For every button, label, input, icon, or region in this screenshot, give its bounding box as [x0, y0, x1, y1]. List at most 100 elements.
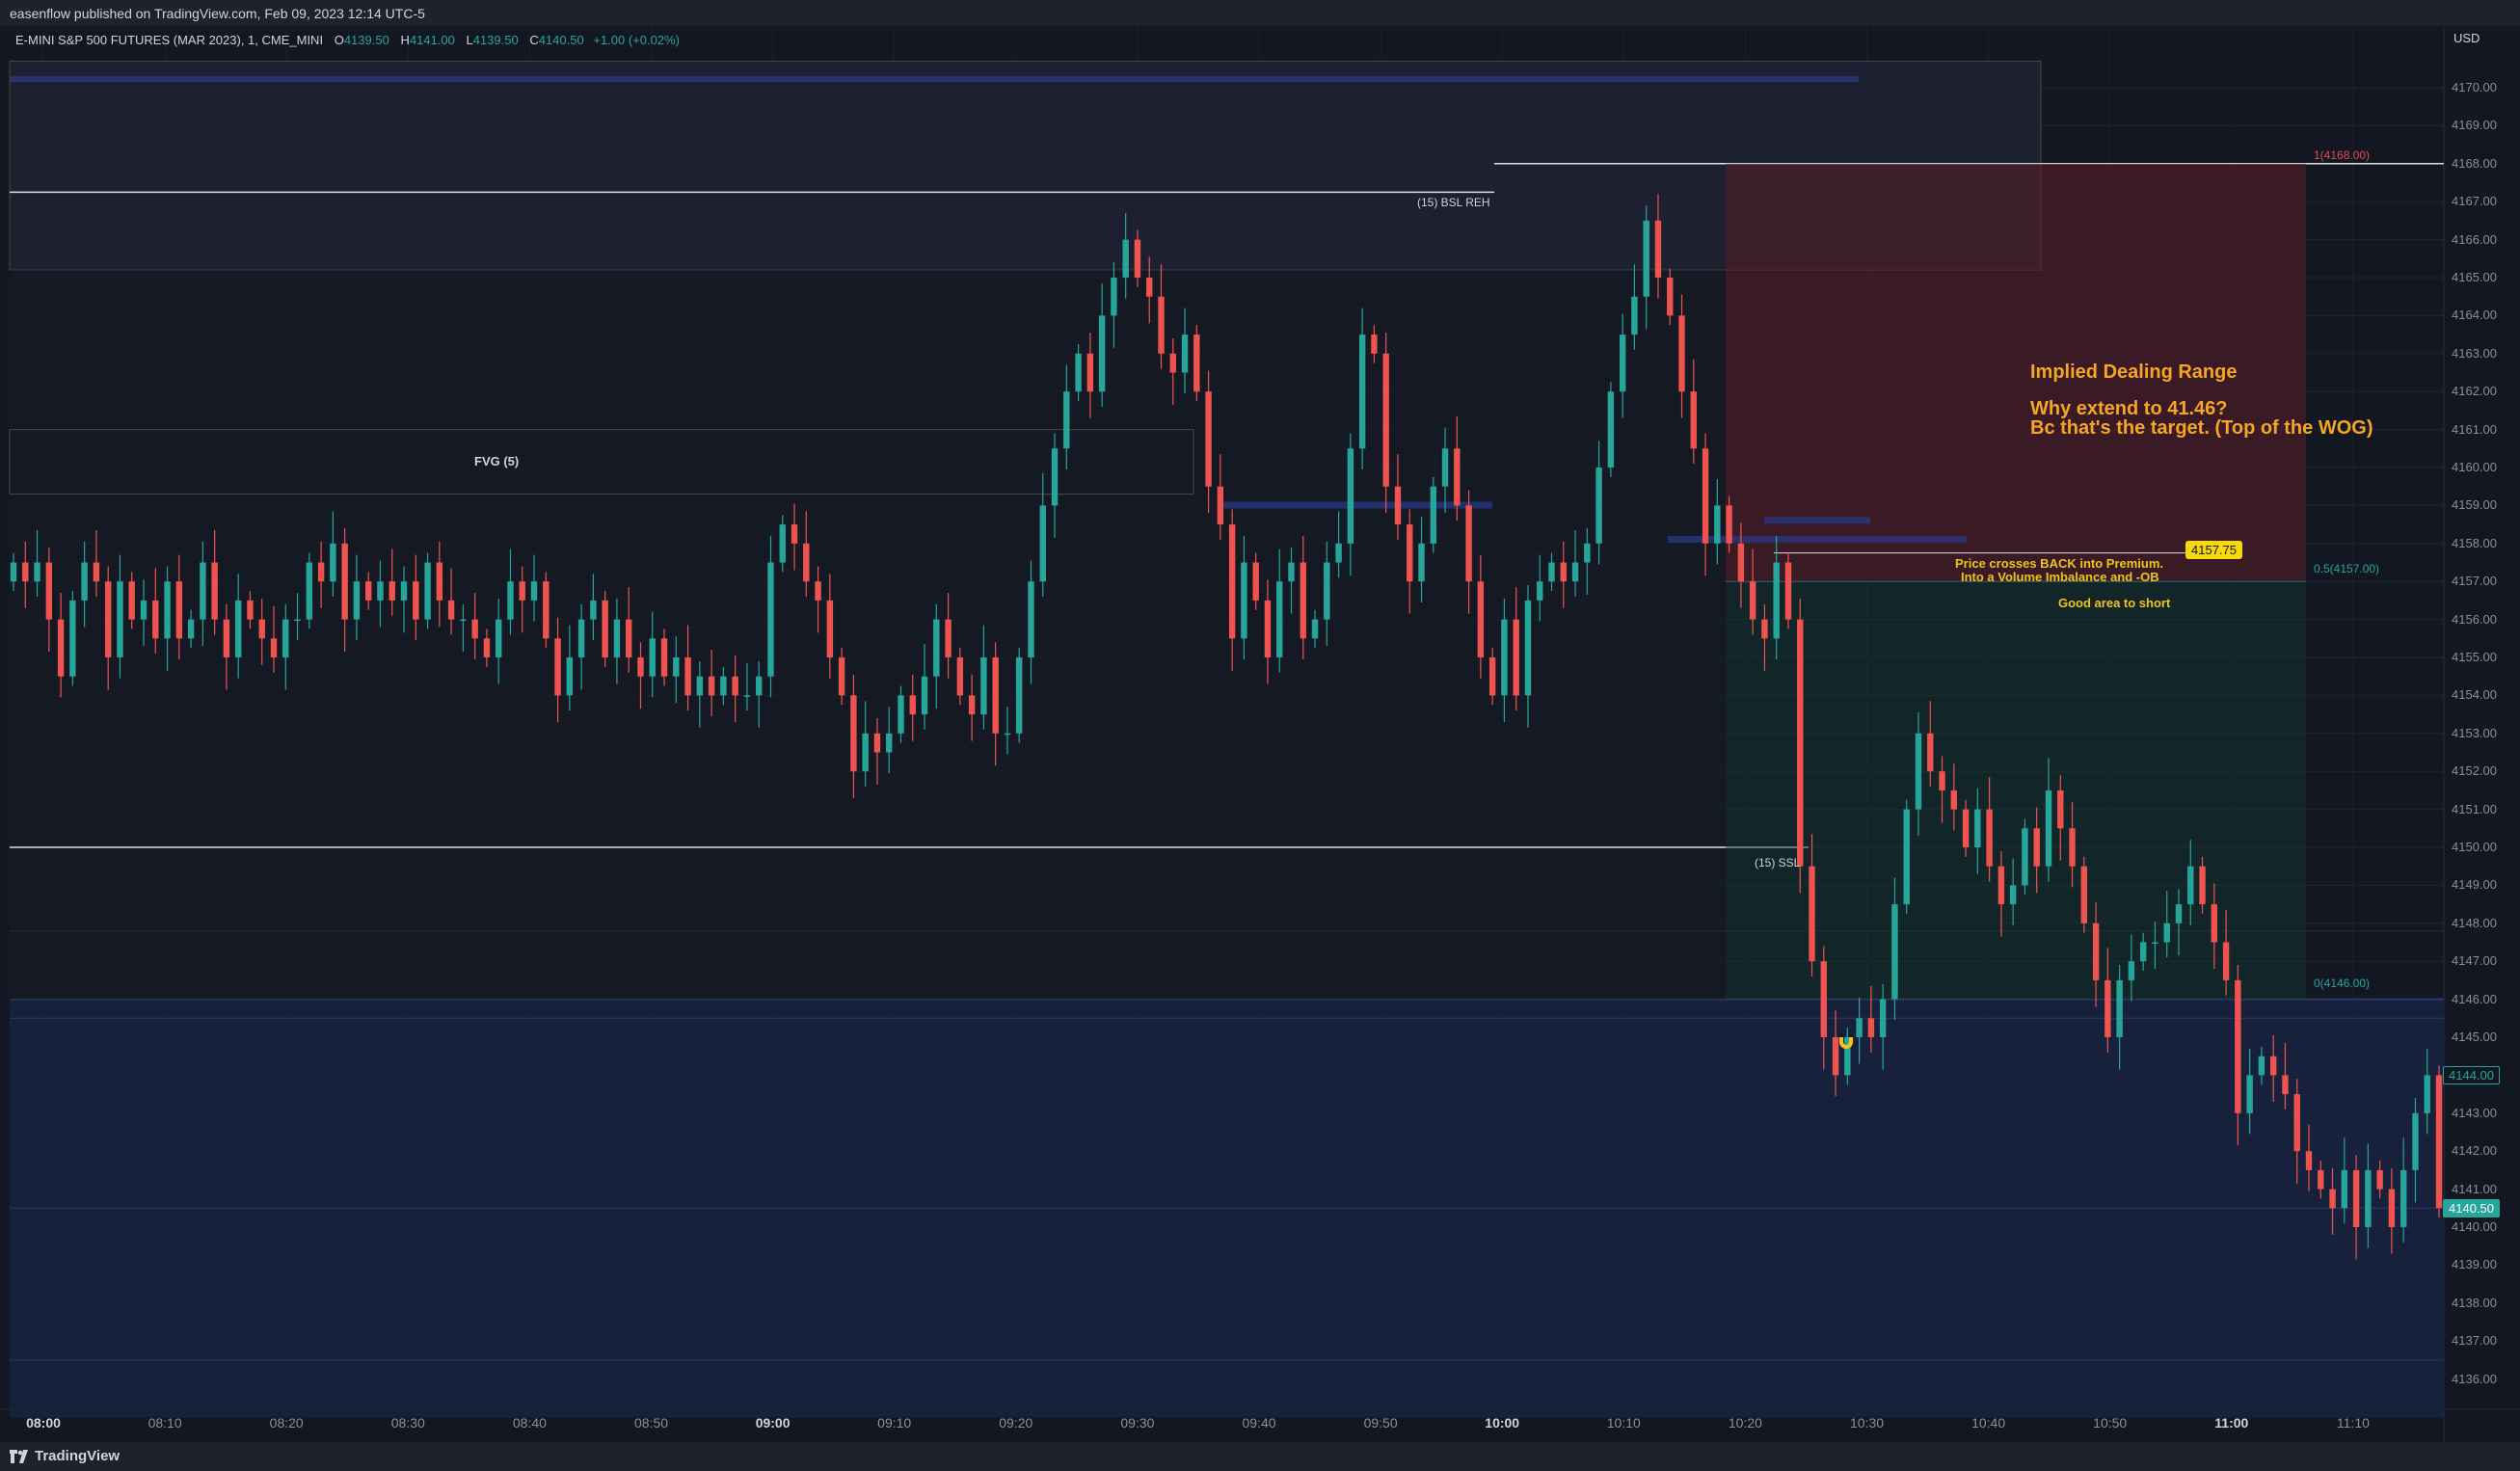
candle-body [234, 600, 242, 657]
candle-body [57, 619, 65, 677]
current-price-label: 4140.50 [2443, 1199, 2500, 1218]
candle-body [2057, 789, 2064, 829]
candle-body [1891, 904, 1898, 1000]
price-tick-label: 4162.00 [2452, 384, 2497, 399]
candle-body [1288, 562, 1295, 582]
price-tick-label: 4138.00 [2452, 1295, 2497, 1310]
candle-body [1300, 562, 1306, 639]
candle-body [826, 600, 834, 657]
time-tick-label: 08:40 [512, 1415, 547, 1431]
price-tick-label: 4168.00 [2452, 155, 2497, 171]
candle-body [69, 600, 76, 677]
candle-body [1075, 353, 1082, 392]
candle-body [2365, 1169, 2372, 1227]
candle-body [684, 657, 691, 696]
candle-body [1181, 334, 1189, 373]
price-tick-label: 4158.00 [2452, 535, 2497, 550]
candle-body [743, 695, 751, 697]
candle-body [1501, 619, 1508, 696]
candle-body [1667, 278, 1674, 316]
currency-label: USD [2453, 31, 2480, 45]
time-tick-label: 09:20 [999, 1415, 1033, 1431]
candle-body [2009, 885, 2017, 905]
candlestick-chart[interactable] [0, 0, 2520, 1471]
low-value: 4139.50 [472, 33, 519, 47]
fib-1-label: 1(4168.00) [2314, 148, 2371, 162]
candle-body [933, 619, 940, 677]
price-tick-label: 4146.00 [2452, 991, 2497, 1006]
candle-body [2199, 866, 2206, 905]
time-tick-label: 09:10 [877, 1415, 912, 1431]
candle-body [980, 657, 987, 715]
candle-body [471, 619, 478, 639]
candle-body [1997, 866, 2005, 905]
price-tick-label: 4150.00 [2452, 840, 2497, 854]
change-value: +1.00 (+0.02%) [593, 33, 680, 47]
candle-body [1241, 562, 1247, 639]
candle-body [247, 600, 254, 620]
candle-body [1797, 619, 1804, 867]
candle-body [175, 581, 183, 639]
price-tick-label: 4160.00 [2452, 460, 2497, 474]
candle-body [720, 676, 727, 696]
symbol-name: E-MINI S&P 500 FUTURES (MAR 2023), 1, CM… [15, 33, 324, 47]
candle-body [2258, 1056, 2265, 1076]
time-tick-label: 09:50 [1363, 1415, 1398, 1431]
time-tick-label: 10:10 [1606, 1415, 1641, 1431]
price-tick-label: 4169.00 [2452, 118, 2497, 133]
implied-range-label: Implied Dealing Range [2030, 361, 2238, 383]
dark-area [10, 270, 1726, 1000]
candle-body [673, 657, 680, 677]
candle-body [45, 562, 53, 620]
time-tick-label: 09:30 [1120, 1415, 1155, 1431]
candle-body [1761, 619, 1768, 639]
brand-name: TradingView [35, 1448, 121, 1464]
candle-body [1146, 278, 1153, 297]
candle-body [1820, 961, 1827, 1037]
premium-cross-label: Price crosses BACK into Premium. [1955, 556, 2164, 571]
price-tick-label: 4166.00 [2452, 231, 2497, 247]
candle-body [1879, 999, 1887, 1037]
candle-body [1311, 619, 1319, 639]
candle-body [507, 581, 514, 620]
short-area-label: Good area to short [2058, 596, 2171, 610]
price-tick-label: 4137.00 [2452, 1333, 2497, 1349]
candle-body [270, 638, 278, 657]
time-tick-label: 11:00 [2214, 1415, 2249, 1431]
bottom-bar: TradingView [0, 1442, 2520, 1471]
candle-body [2305, 1151, 2313, 1170]
candle-body [2388, 1189, 2396, 1227]
price-tick-label: 4165.00 [2452, 270, 2497, 284]
candle-body [1134, 239, 1141, 278]
candle-body [1548, 562, 1555, 582]
time-tick-label: 10:00 [1485, 1415, 1520, 1431]
candle-body [1252, 562, 1259, 601]
candle-body [649, 638, 656, 677]
candle-body [1974, 809, 1981, 847]
candle-body [2139, 942, 2147, 962]
candle-body [862, 733, 869, 772]
candle-body [1856, 1018, 1863, 1037]
candle-body [2222, 942, 2230, 980]
magnet-icon[interactable] [1836, 1031, 1857, 1053]
imbalance-label: Into a Volume Imbalance and -OB [1961, 570, 2159, 584]
candle-body [2435, 1075, 2443, 1209]
price-tick-label: 4159.00 [2452, 497, 2497, 513]
candle-body [1809, 866, 1815, 962]
candle-body [294, 619, 301, 622]
candle-body [1962, 809, 1970, 847]
time-tick-label: 10:50 [2093, 1415, 2128, 1431]
fvg-box [9, 429, 1194, 495]
candle-body [1631, 296, 1638, 335]
candle-body [377, 581, 384, 601]
price-tick-label: 4142.00 [2452, 1143, 2497, 1159]
candle-body [1394, 486, 1402, 525]
price-tick-label: 4148.00 [2452, 915, 2497, 930]
candle-body [1702, 448, 1709, 544]
candle-body [2412, 1112, 2419, 1170]
tradingview-brand[interactable]: TradingView [10, 1448, 120, 1464]
candle-body [1111, 278, 1117, 316]
candle-body [1324, 562, 1330, 620]
time-tick-label: 09:00 [755, 1415, 791, 1431]
candle-body [140, 600, 147, 620]
